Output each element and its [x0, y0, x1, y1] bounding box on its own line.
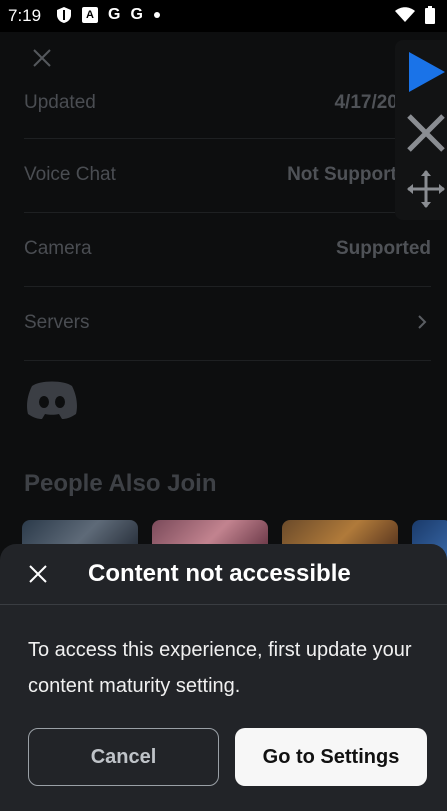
chevron-right-icon: [415, 314, 429, 329]
close-icon[interactable]: [405, 112, 447, 158]
close-icon[interactable]: [28, 564, 48, 584]
detail-label: Servers: [24, 312, 90, 333]
google-icon: G: [108, 6, 121, 23]
status-time: 7:19: [8, 6, 42, 25]
detail-row-updated: Updated 4/17/2020: [24, 58, 431, 139]
cancel-button[interactable]: Cancel: [28, 728, 219, 786]
go-to-settings-button[interactable]: Go to Settings: [235, 728, 427, 786]
sheet-message: To access this experience, first update …: [28, 639, 412, 697]
play-icon[interactable]: [407, 50, 447, 98]
status-bar: 7:19 A G G: [0, 0, 447, 32]
content-not-accessible-sheet: Content not accessible To access this ex…: [0, 544, 447, 811]
people-also-join-heading: People Also Join: [24, 470, 217, 497]
detail-label: Camera: [24, 238, 92, 259]
detail-label: Updated: [24, 92, 96, 113]
sheet-title: Content not accessible: [88, 560, 351, 587]
discord-icon[interactable]: [24, 378, 80, 420]
status-notification-icons: A G G: [56, 6, 161, 24]
detail-row-servers[interactable]: Servers: [24, 286, 431, 361]
detail-row-voice-chat: Voice Chat Not Supported: [24, 138, 431, 213]
detail-value: Supported: [336, 238, 431, 259]
wifi-icon: [395, 7, 415, 27]
shield-icon: [56, 6, 72, 24]
google-icon: G: [130, 6, 143, 23]
detail-label: Voice Chat: [24, 164, 116, 185]
battery-icon: [425, 6, 435, 28]
floating-controls: [395, 40, 447, 220]
status-system-icons: [395, 6, 435, 28]
dot-icon: [153, 11, 161, 19]
a-icon: A: [82, 7, 98, 23]
sheet-header: Content not accessible: [0, 544, 447, 605]
move-icon[interactable]: [405, 168, 447, 214]
detail-row-camera: Camera Supported: [24, 212, 431, 287]
